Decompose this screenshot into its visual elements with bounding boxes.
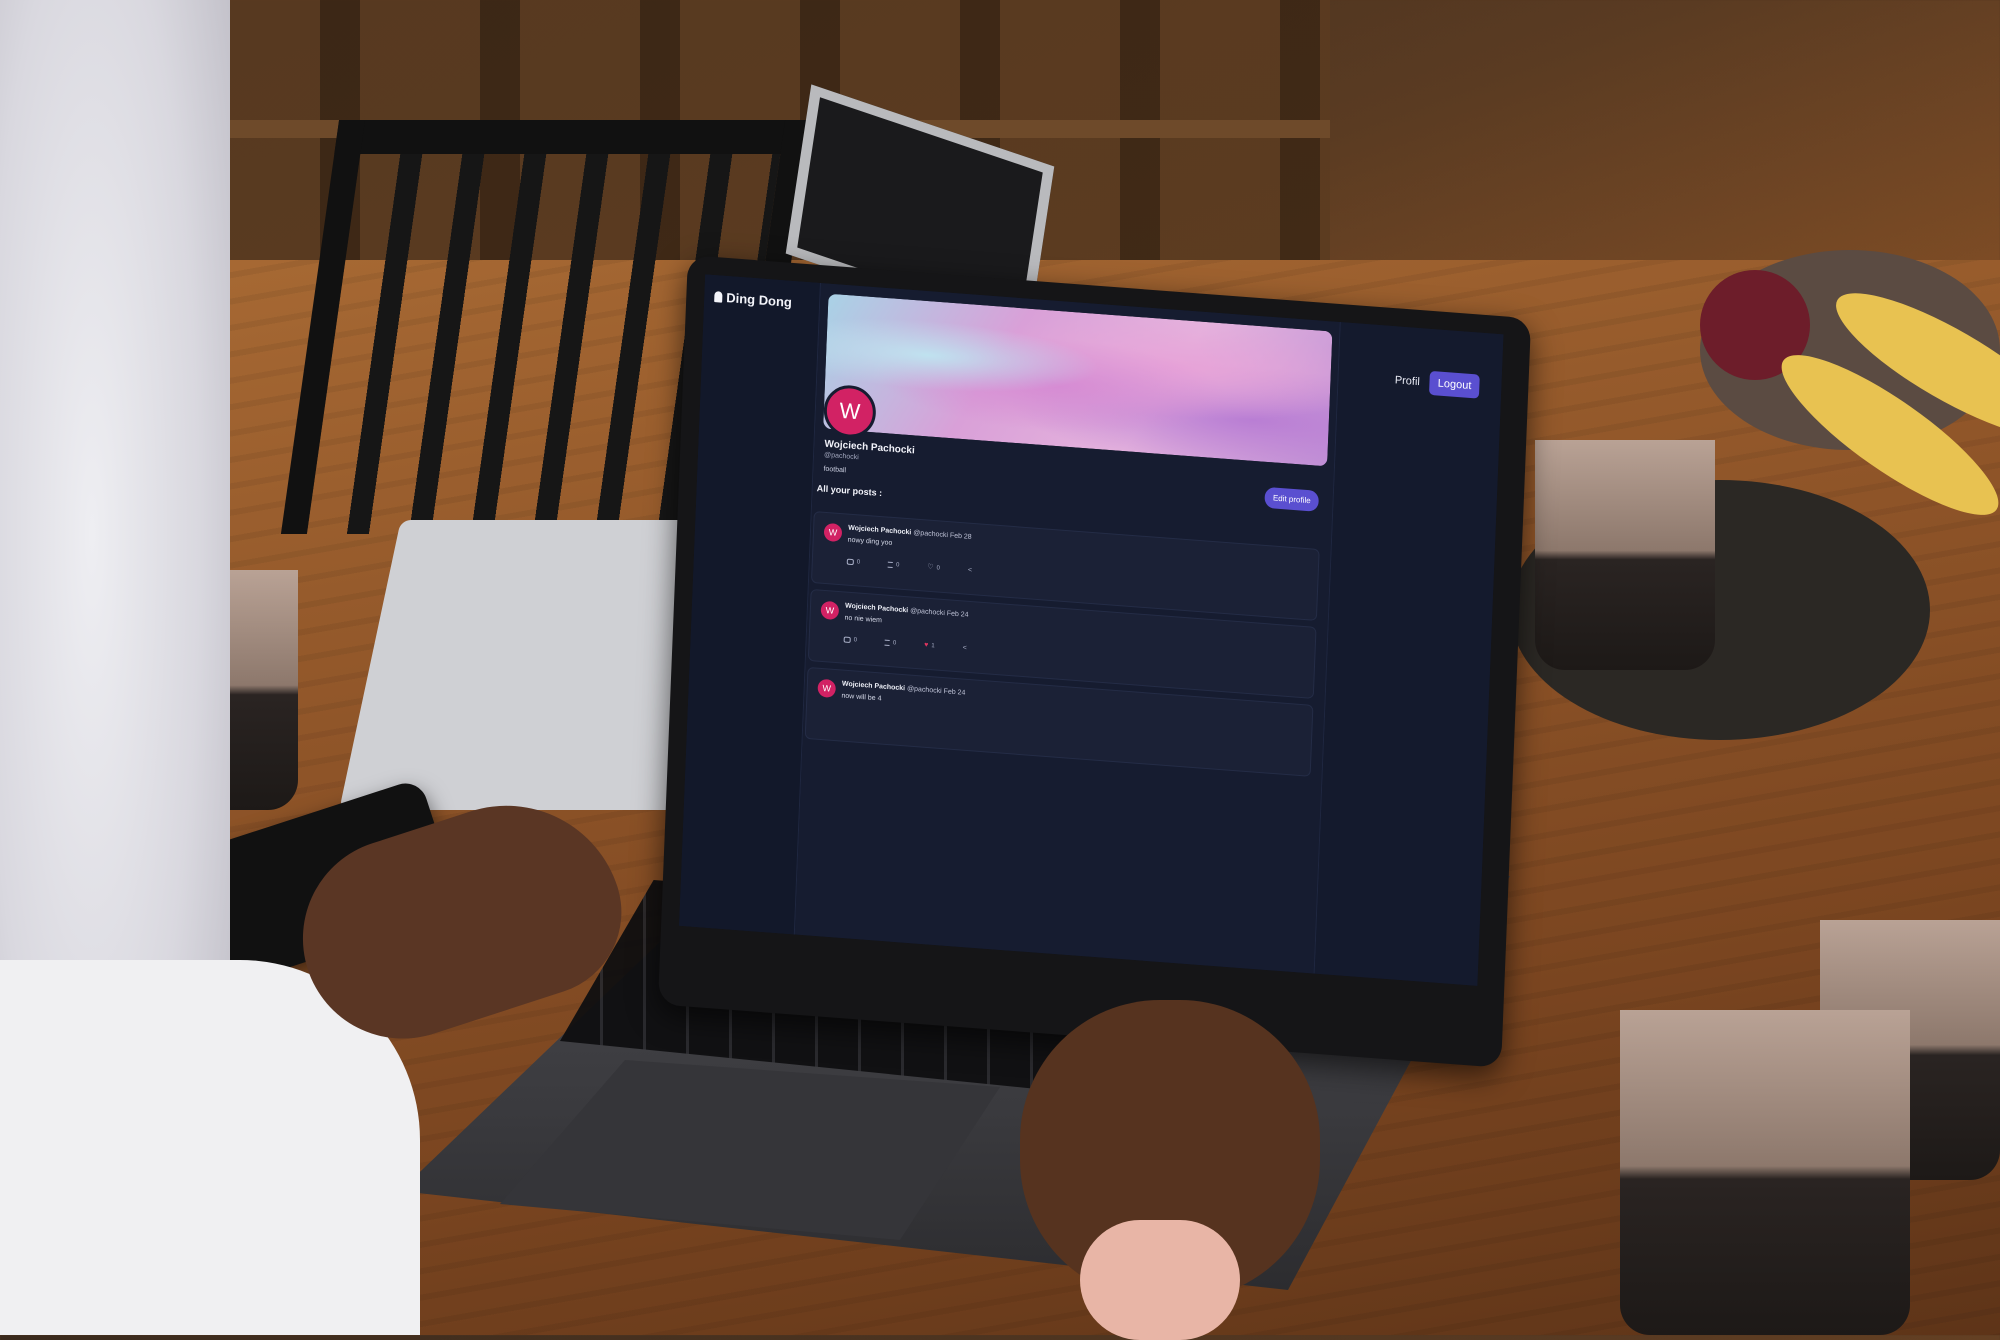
post-actions: 0 0 ♡ 0 < xyxy=(846,558,973,574)
profile-banner xyxy=(823,293,1333,467)
repost-button[interactable]: 0 xyxy=(887,561,900,569)
laptop-display: Ding Dong W Wojciech Pachocki @pachocki … xyxy=(657,255,1532,1068)
right-panel: Profil Logout xyxy=(1314,322,1504,986)
post-text: now will be 4 xyxy=(841,692,882,703)
repost-count: 0 xyxy=(895,562,900,569)
comment-icon xyxy=(846,558,854,566)
post-author[interactable]: Wojciech Pachocki xyxy=(848,525,911,537)
comment-count: 0 xyxy=(856,559,861,566)
brand-logo[interactable]: Ding Dong xyxy=(714,289,792,310)
cup xyxy=(1535,440,1715,670)
repost-count: 0 xyxy=(892,640,897,647)
comment-button[interactable]: 0 xyxy=(846,558,861,566)
repost-icon xyxy=(887,561,894,569)
profile-bio: football xyxy=(823,465,847,475)
profile-handle: @pachocki xyxy=(823,451,859,462)
wrist-watch xyxy=(1080,1220,1240,1340)
post-text: nowy ding yoo xyxy=(847,536,893,547)
share-icon: < xyxy=(962,644,967,652)
post-actions: 0 0 ♥ 1 < xyxy=(843,636,967,652)
comment-button[interactable]: 0 xyxy=(843,636,858,644)
comment-icon xyxy=(843,636,851,644)
post-handle: @pachocki xyxy=(910,607,945,618)
heart-icon: ♡ xyxy=(927,563,934,572)
profil-link[interactable]: Profil xyxy=(1395,374,1420,388)
like-button[interactable]: ♥ 1 xyxy=(924,641,935,650)
bell-icon xyxy=(714,291,723,303)
app-screen: Ding Dong W Wojciech Pachocki @pachocki … xyxy=(679,274,1504,986)
profile-main-column: W Wojciech Pachocki @pachocki football E… xyxy=(794,283,1341,974)
post-avatar[interactable]: W xyxy=(817,678,837,699)
repost-icon xyxy=(884,639,891,647)
heart-icon: ♥ xyxy=(924,641,929,649)
share-button[interactable]: < xyxy=(962,644,967,652)
share-icon: < xyxy=(967,566,973,574)
post-text: no nie wiem xyxy=(844,614,882,625)
posts-heading: All your posts : xyxy=(816,483,883,499)
like-count: 0 xyxy=(936,565,941,572)
post-author[interactable]: Wojciech Pachocki xyxy=(842,680,905,692)
post-avatar[interactable]: W xyxy=(823,522,843,543)
post-avatar[interactable]: W xyxy=(820,600,840,621)
post-date: Feb 24 xyxy=(946,610,969,619)
top-nav: Profil Logout xyxy=(1394,368,1480,399)
repost-button[interactable]: 0 xyxy=(884,639,897,647)
post-handle: @pachocki xyxy=(906,685,942,695)
post-date: Feb 24 xyxy=(943,688,966,697)
post-handle: @pachocki xyxy=(913,529,949,540)
like-button[interactable]: ♡ 0 xyxy=(927,563,941,572)
like-count: 1 xyxy=(931,643,935,650)
comment-count: 0 xyxy=(853,637,858,644)
cup xyxy=(1620,1010,1910,1335)
brand-name: Ding Dong xyxy=(726,289,793,310)
post-date: Feb 28 xyxy=(949,532,972,541)
share-button[interactable]: < xyxy=(967,566,973,574)
logout-button[interactable]: Logout xyxy=(1429,370,1480,399)
edit-profile-button[interactable]: Edit profile xyxy=(1264,486,1320,512)
post-author[interactable]: Wojciech Pachocki xyxy=(845,603,908,615)
